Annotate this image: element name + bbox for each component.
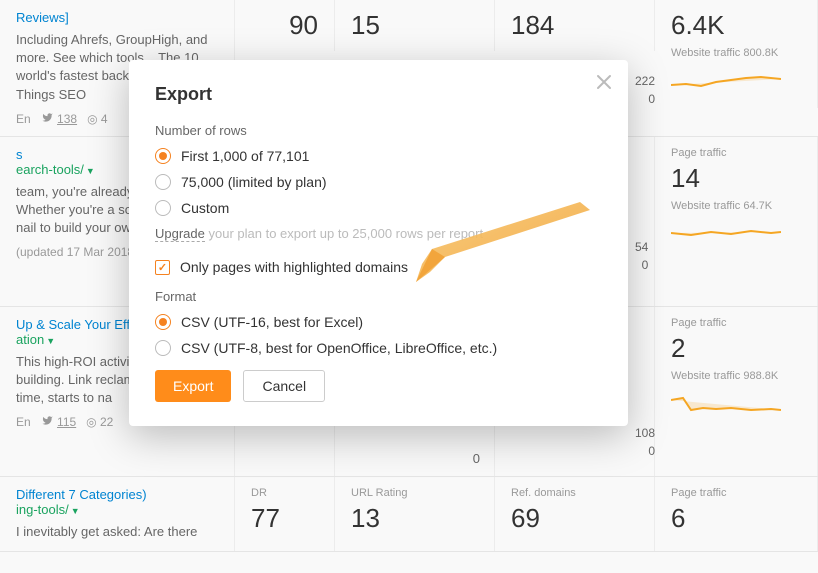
traffic-sub: Website traffic 988.8K [671,370,801,382]
result-snippet: I inevitably get asked: Are there [16,523,218,541]
format-radio-utf8[interactable]: CSV (UTF-8, best for OpenOffice, LibreOf… [155,340,602,356]
radio-icon[interactable] [155,148,171,164]
upgrade-link[interactable]: Upgrade [155,226,205,242]
radio-icon[interactable] [155,174,171,190]
date-label: (updated 17 Mar 2018) [16,245,138,259]
pinterest-icon: ◎ 4 [87,112,108,126]
radio-label: CSV (UTF-8, best for OpenOffice, LibreOf… [181,340,497,356]
refd-value: 184 [511,10,638,41]
radio-icon[interactable] [155,200,171,216]
lang-label: En [16,415,31,429]
traffic-cell: 6.4K Website traffic 800.8K [655,0,818,108]
modal-title: Export [155,84,602,105]
traffic-label: Page traffic [671,487,801,499]
rows-radio-first[interactable]: First 1,000 of 77,101 [155,148,602,164]
refd-cell: Ref. domains 69 [495,477,655,551]
twitter-icon: 138 [41,112,77,126]
lang-label: En [16,112,31,126]
ur-label: URL Rating [351,487,478,499]
traffic-value: 14 [671,163,801,194]
traffic-cell: Page traffic 2 Website traffic 988.8K [655,307,818,476]
tw-count: 138 [57,112,77,126]
dropdown-caret-icon[interactable]: ▼ [46,336,55,346]
tw-count: 115 [57,415,76,429]
dr-value: 90 [251,10,318,41]
dr-cell: DR 77 [235,477,335,551]
traffic-label: Page traffic [671,317,801,329]
traffic-value: 6 [671,503,801,534]
highlighted-checkbox-row[interactable]: Only pages with highlighted domains [155,259,602,275]
radio-label: Custom [181,200,229,216]
twitter-icon: 115 [41,415,76,429]
format-label: Format [155,289,602,304]
traffic-sub: Website traffic 64.7K [671,200,801,212]
close-icon[interactable] [594,74,614,94]
radio-icon[interactable] [155,340,171,356]
rows-radio-custom[interactable]: Custom [155,200,602,216]
traffic-cell: Page traffic 14 Website traffic 64.7K [655,137,818,306]
rows-label: Number of rows [155,123,602,138]
refd-value: 69 [511,503,638,534]
result-title-frag[interactable]: Reviews] [16,10,218,25]
pinterest-icon: ◎ 22 [86,415,113,429]
format-radio-utf16[interactable]: CSV (UTF-16, best for Excel) [155,314,602,330]
radio-icon[interactable] [155,314,171,330]
dropdown-caret-icon[interactable]: ▼ [86,166,95,176]
ur-value: 15 [351,10,478,41]
dr-label: DR [251,487,318,499]
format-section: Format CSV (UTF-16, best for Excel) CSV … [155,289,602,356]
radio-label: 75,000 (limited by plan) [181,174,327,190]
radio-label: First 1,000 of 77,101 [181,148,309,164]
ur-cell: 15 [335,0,495,51]
refd-label: Ref. domains [511,487,638,499]
side-numbers: 222 0 [635,72,655,108]
rows-radio-plan[interactable]: 75,000 (limited by plan) [155,174,602,190]
dropdown-caret-icon[interactable]: ▼ [71,506,80,516]
export-modal: Export Number of rows First 1,000 of 77,… [129,60,628,426]
zero-val: 0 [473,451,480,466]
dr-value: 77 [251,503,318,534]
highlighted-only-section: Only pages with highlighted domains [155,259,602,275]
result-cell: Different 7 Categories) ing-tools/▼ I in… [0,477,235,551]
traffic-value: 6.4K [671,10,801,41]
ur-value: 13 [351,503,478,534]
rows-section: Number of rows First 1,000 of 77,101 75,… [155,123,602,241]
table-row: Different 7 Categories) ing-tools/▼ I in… [0,477,818,552]
traffic-value: 2 [671,333,801,364]
ur-cell: URL Rating 13 [335,477,495,551]
button-row: Export Cancel [155,370,602,402]
sparkline [671,65,781,95]
sparkline [671,388,781,418]
dr-cell: 90 [235,0,335,51]
checkbox-icon[interactable] [155,260,170,275]
sparkline [671,218,781,248]
cancel-button[interactable]: Cancel [243,370,325,402]
traffic-sub: Website traffic 800.8K [671,47,801,59]
checkbox-label: Only pages with highlighted domains [180,259,408,275]
refd-cell: 184 222 0 [495,0,655,51]
upgrade-hint: Upgrade your plan to export up to 25,000… [155,226,602,241]
traffic-label: Page traffic [671,147,801,159]
result-title-frag[interactable]: Different 7 Categories) [16,487,218,502]
radio-label: CSV (UTF-16, best for Excel) [181,314,363,330]
traffic-cell: Page traffic 6 [655,477,818,551]
export-button[interactable]: Export [155,370,231,402]
result-url[interactable]: ing-tools/▼ [16,502,218,517]
